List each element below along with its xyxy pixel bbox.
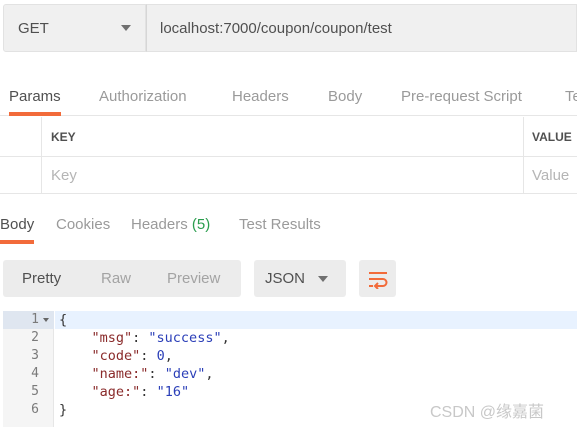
response-headers-label: Headers <box>131 216 188 233</box>
json-key: "code" <box>91 348 141 364</box>
row-handle-cell <box>0 157 41 193</box>
code-line: "code": 0, <box>91 348 173 364</box>
method-label: GET <box>18 19 49 37</box>
code-line: "msg": "success", <box>91 330 230 346</box>
json-key: "age:" <box>91 384 141 400</box>
key-cell <box>41 157 523 193</box>
params-table: KEY VALUE <box>0 117 577 194</box>
close-brace: } <box>59 402 68 418</box>
view-mode-group: Pretty Raw Preview <box>3 260 241 297</box>
line-number: 5 <box>31 384 39 399</box>
tab-tests[interactable]: Te <box>565 70 577 116</box>
key-input[interactable] <box>51 166 523 184</box>
raw-button[interactable]: Raw <box>101 260 131 297</box>
preview-button[interactable]: Preview <box>167 260 220 297</box>
params-row <box>0 157 577 194</box>
line-number: 3 <box>31 348 39 363</box>
json-value: "dev" <box>164 366 206 382</box>
tab-body[interactable]: Body <box>328 70 362 116</box>
pretty-button[interactable]: Pretty <box>22 260 61 297</box>
key-column-header: KEY <box>41 117 523 156</box>
comma: , <box>164 348 173 364</box>
format-label: JSON <box>265 270 306 287</box>
request-tabs: Params Authorization Headers Body Pre-re… <box>0 70 577 116</box>
format-select[interactable]: JSON <box>254 260 346 297</box>
response-tabs: Body Cookies Headers (5) Test Results <box>0 208 577 244</box>
tab-authorization[interactable]: Authorization <box>99 70 187 116</box>
line-number: 6 <box>31 402 39 417</box>
tab-test-results[interactable]: Test Results <box>239 208 321 244</box>
method-select[interactable]: GET <box>3 4 146 52</box>
wrap-lines-button[interactable] <box>359 260 396 297</box>
value-input[interactable] <box>532 166 577 184</box>
value-column-header: VALUE <box>523 117 577 156</box>
tab-headers[interactable]: Headers <box>232 70 289 116</box>
line-number: 2 <box>31 330 39 345</box>
value-cell <box>523 157 577 193</box>
fold-arrow-icon[interactable] <box>43 318 49 322</box>
tab-cookies[interactable]: Cookies <box>56 208 110 244</box>
open-brace: { <box>59 312 68 328</box>
code-line: "age:": "16" <box>91 384 190 400</box>
tab-response-headers[interactable]: Headers (5) <box>131 208 210 244</box>
url-field[interactable] <box>146 4 577 52</box>
chevron-down-icon <box>318 275 328 282</box>
chevron-down-icon <box>121 25 131 31</box>
json-value: "16" <box>156 384 190 400</box>
line-number-gutter: 1 2 3 4 5 6 <box>3 311 54 427</box>
line-number: 4 <box>31 366 39 381</box>
active-line-highlight <box>55 311 577 329</box>
code-line: } <box>59 401 67 419</box>
json-key: "msg" <box>91 330 133 346</box>
url-input[interactable] <box>160 19 576 37</box>
wrap-lines-icon <box>368 271 387 289</box>
comma: , <box>205 366 214 382</box>
tab-params[interactable]: Params <box>9 70 61 116</box>
json-value: "success" <box>148 330 222 346</box>
tab-pre-request-script[interactable]: Pre-request Script <box>401 70 522 116</box>
json-key: "name:" <box>91 366 149 382</box>
row-handle-cell <box>0 117 41 156</box>
tab-response-body[interactable]: Body <box>0 208 35 244</box>
code-line: "name:": "dev", <box>91 366 214 382</box>
code-line: { <box>59 311 67 329</box>
line-number: 1 <box>31 312 39 327</box>
params-header-row: KEY VALUE <box>0 117 577 157</box>
comma: , <box>221 330 230 346</box>
watermark: CSDN @缘嘉菌 <box>430 404 545 421</box>
headers-count-badge: (5) <box>191 216 211 233</box>
json-value: 0 <box>156 348 165 364</box>
request-url-bar: GET <box>3 4 577 52</box>
